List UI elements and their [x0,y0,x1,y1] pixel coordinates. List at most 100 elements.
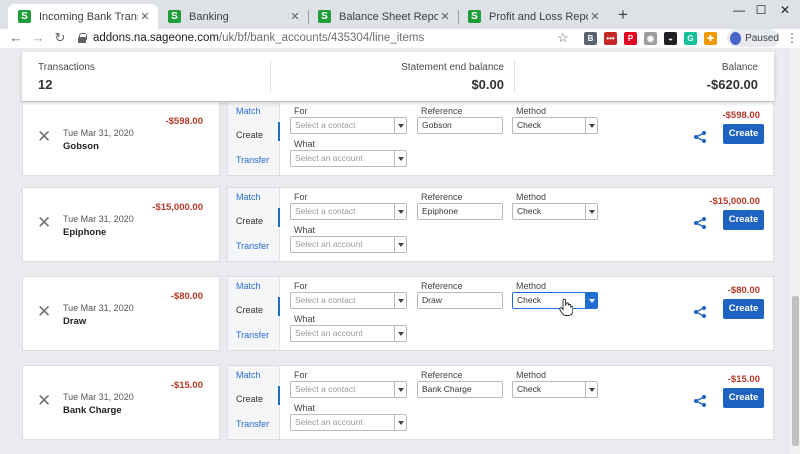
browser-tab-banking[interactable]: S Banking ✕ [158,4,308,29]
chevron-down-icon [585,293,597,308]
account-select[interactable]: Select an account [290,236,407,253]
contact-select[interactable]: Select a contact [290,117,407,134]
reference-input[interactable]: Draw [417,292,503,309]
contact-select[interactable]: Select a contact [290,203,407,220]
create-button[interactable]: Create [723,299,764,319]
tab-transfer[interactable]: Transfer [236,419,269,429]
maximize-window-icon[interactable]: ☐ [750,2,772,18]
method-select-value: Check [517,206,542,216]
bookmark-icon[interactable]: B [584,32,597,45]
forward-icon[interactable]: → [30,30,46,46]
account-select[interactable]: Select an account [290,414,407,431]
chevron-down-icon [394,382,406,397]
method-select[interactable]: Check [512,292,598,309]
lastpass-icon[interactable]: ••• [604,32,617,45]
transactions-summary: Transactions 12 [38,62,95,92]
create-button[interactable]: Create [723,124,764,144]
method-select[interactable]: Check [512,117,598,134]
new-tab-icon[interactable]: + [614,6,632,24]
split-transaction-icon[interactable] [693,305,707,319]
reference-input[interactable]: Gobson [417,117,503,134]
method-label: Method [516,192,547,202]
transaction-amount-right: -$15,000.00 [709,196,760,207]
reference-label: Reference [421,281,463,291]
split-transaction-icon[interactable] [693,130,707,144]
transaction-row: ✕ -$15,000.00 Tue Mar 31, 2020 Epiphone Matc… [22,187,774,262]
tab-transfer[interactable]: Transfer [236,155,269,165]
tab-create[interactable]: Create [236,216,263,226]
tab-create[interactable]: Create [236,305,263,315]
ghost-icon[interactable]: ◉ [644,32,657,45]
mask-icon[interactable]: ◒ [664,32,677,45]
for-label: For [294,192,308,202]
transaction-summary-card: ✕ -$598.00 Tue Mar 31, 2020 Gobson [22,101,220,176]
browser-tab-balance-sheet[interactable]: S Balance Sheet Report ✕ [308,4,458,29]
browser-tab-profit-loss[interactable]: S Profit and Loss Report ✕ [458,4,608,29]
tab-match[interactable]: Match [236,192,261,202]
tab-title: Banking [189,10,229,23]
chevron-down-icon [585,204,597,219]
reference-input[interactable]: Epiphone [417,203,503,220]
what-label: What [294,225,316,235]
pinterest-icon[interactable]: P [624,32,637,45]
contact-select[interactable]: Select a contact [290,292,407,309]
scrollbar-thumb[interactable] [792,296,799,446]
action-tabs: Match Create Transfer [228,277,280,350]
method-label: Method [516,370,547,380]
method-select[interactable]: Check [512,381,598,398]
method-select-value: Check [517,295,542,305]
close-window-icon[interactable]: ✕ [774,2,796,18]
create-button[interactable]: Create [723,388,764,408]
for-label: For [294,106,308,116]
tab-match[interactable]: Match [236,281,261,291]
tab-create[interactable]: Create [236,394,263,404]
account-select[interactable]: Select an account [290,150,407,167]
mouse-pointer-icon [559,298,573,316]
minimize-window-icon[interactable]: — [728,2,750,18]
browser-tab-incoming-bank-transactions[interactable]: S Incoming Bank Transactions ✕ [8,4,158,29]
statement-balance-summary: Statement end balance $0.00 [401,62,504,92]
close-tab-icon[interactable]: ✕ [588,10,602,23]
page-scrollbar[interactable] [791,48,800,454]
tab-transfer[interactable]: Transfer [236,241,269,251]
balance-value: -$620.00 [706,77,758,92]
split-transaction-icon[interactable] [693,216,707,230]
contact-select[interactable]: Select a contact [290,381,407,398]
transaction-amount-right: -$80.00 [727,285,760,296]
sage-favicon-icon: S [468,10,481,23]
what-label: What [294,139,316,149]
grammarly-icon[interactable]: G [684,32,697,45]
browser-menu-icon[interactable]: ⋮ [786,30,798,46]
bookmark-star-icon[interactable]: ☆ [557,29,569,47]
tab-transfer[interactable]: Transfer [236,330,269,340]
chevron-down-icon [394,415,406,430]
close-tab-icon[interactable]: ✕ [138,10,152,23]
split-transaction-icon[interactable] [693,394,707,408]
close-tab-icon[interactable]: ✕ [438,10,452,23]
reference-input[interactable]: Bank Charge [417,381,503,398]
account-select[interactable]: Select an account [290,325,407,342]
dismiss-transaction-icon[interactable]: ✕ [37,303,51,320]
puzzle-icon[interactable]: ✚ [704,32,717,45]
tab-create[interactable]: Create [236,130,263,140]
chevron-down-icon [394,151,406,166]
dismiss-transaction-icon[interactable]: ✕ [37,128,51,145]
for-label: For [294,370,308,380]
reload-icon[interactable]: ↻ [52,30,68,46]
account-select-value: Select an account [295,417,363,427]
address-bar[interactable]: addons.na.sageone.com/uk/bf/bank_account… [93,30,424,46]
profile-button[interactable]: Paused [727,29,779,47]
close-tab-icon[interactable]: ✕ [288,10,302,23]
method-select[interactable]: Check [512,203,598,220]
create-button[interactable]: Create [723,210,764,230]
lock-icon[interactable] [78,33,87,43]
transaction-name: Gobson [63,141,99,152]
tab-match[interactable]: Match [236,370,261,380]
transaction-summary-card: ✕ -$80.00 Tue Mar 31, 2020 Draw [22,276,220,351]
tab-match[interactable]: Match [236,106,261,116]
dismiss-transaction-icon[interactable]: ✕ [37,392,51,409]
method-label: Method [516,281,547,291]
back-icon[interactable]: ← [8,30,24,46]
transaction-summary-card: ✕ -$15,000.00 Tue Mar 31, 2020 Epiphone [22,187,220,262]
dismiss-transaction-icon[interactable]: ✕ [37,214,51,231]
